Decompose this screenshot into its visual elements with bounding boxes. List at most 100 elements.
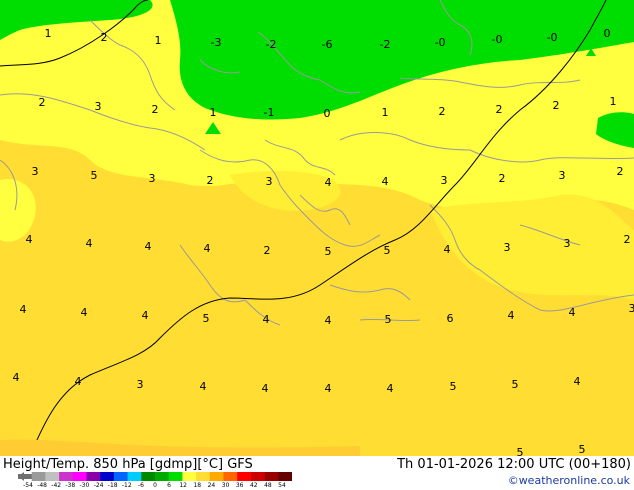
map-value-label: 3 [137,378,144,391]
map-value-label: 2 [499,172,506,185]
color-legend-swatch [223,472,238,481]
color-legend-swatch [100,472,115,481]
map-value-label: 3 [504,241,511,254]
map-value-label: 2 [553,99,560,112]
color-legend-swatch [168,472,183,481]
map-value-label: 0 [604,27,611,40]
map-value-label: 2 [264,244,271,257]
map-value-label: 1 [210,106,217,119]
map-value-label: 1 [155,34,162,47]
map-value-label: 3 [32,165,39,178]
map-value-label: 5 [384,244,391,257]
color-legend-swatch [250,472,265,481]
color-legend-tick: -30 [79,482,90,489]
map-value-label: 5 [325,245,332,258]
map-value-label: 1 [610,95,617,108]
color-legend-tick: 12 [179,482,188,489]
map-value-label: 4 [444,243,451,256]
map-value-label: 3 [564,237,571,250]
color-legend-tick: -24 [93,482,104,489]
map-value-label: 0 [324,107,331,120]
map-value-label: 3 [149,172,156,185]
map-value-label: 5 [579,443,586,456]
map-value-label: 3 [266,175,273,188]
color-legend-tick: -38 [65,482,76,489]
color-legend-tick: 0 [153,482,157,489]
color-legend-tick: 36 [235,482,244,489]
map-value-label: 4 [13,371,20,384]
valid-time: Th 01-01-2026 12:00 UTC (00+180) [397,457,631,472]
map-value-label: 1 [45,27,52,40]
color-legend-swatch [209,472,224,481]
color-legend-tick: -42 [51,482,62,489]
color-legend-tick: -12 [121,482,132,489]
map-value-label: -3 [211,36,222,49]
color-legend-swatch [264,472,279,481]
map-value-label: 4 [20,303,27,316]
map-value-label: 6 [447,312,454,325]
color-legend-tick: -6 [137,482,144,489]
map-value-label: 4 [204,242,211,255]
map-value-label: 4 [142,309,149,322]
map-value-label: 3 [629,302,634,315]
map-canvas: 1 2 1 -3 -2 -6 -2 -0 -0 -0 02 3 2 1 -1 0 1 2 2 2 13 5 3 2 3 4 4 3 2 3… [0,0,634,490]
map-value-label: 2 [439,105,446,118]
color-legend-tick: 48 [264,482,272,489]
map-value-label: 5 [203,312,210,325]
color-legend-swatch [127,472,142,481]
map-value-label: 4 [145,240,152,253]
color-legend-tick: 30 [221,482,230,489]
map-value-label: 2 [496,103,503,116]
map-value-label: 3 [559,169,566,182]
map-value-label: -0 [435,36,446,49]
map-value-label: 3 [441,174,448,187]
map-value-label: 4 [387,382,394,395]
color-legend-swatch [182,472,197,481]
color-legend-arrow-left [18,472,24,481]
color-legend-tick: -54 [23,482,33,489]
map-value-label: 2 [101,31,108,44]
map-value-label: 4 [569,306,576,319]
map-value-label: 2 [152,103,159,116]
color-legend-tick: -18 [107,482,118,489]
map-value-label: 4 [325,176,332,189]
map-value-label: -0 [547,31,558,44]
color-legend-swatch [59,472,74,481]
color-legend-tick: 18 [193,482,202,489]
color-legend-swatch [31,472,46,481]
map-value-label: 4 [262,382,269,395]
map-value-label: -1 [264,106,275,119]
color-legend-swatch [86,472,101,481]
color-legend-swatch [155,472,169,481]
color-legend-swatch [113,472,128,481]
color-legend-tick: -48 [37,482,47,489]
map-value-label: 2 [624,233,631,246]
map-value-label: 4 [508,309,515,322]
color-legend-tick: 24 [207,482,216,489]
map-value-label: 4 [263,313,270,326]
map-value-label: 2 [39,96,46,109]
map-value-label: 5 [91,169,98,182]
color-legend-swatch [196,472,211,481]
map-value-label: -2 [266,38,277,51]
color-legend-tick: 54 [278,482,286,489]
color-legend-ticks: -54 -48 -42 -38 -30 -24 -18 -12 -6 0 6 12 18 24 30 36 42… [18,481,292,490]
weather-map: 1 2 1 -3 -2 -6 -2 -0 -0 -0 0 2 3 2 1 -1 0 1 2 2 2 1 3 5 3 2 3 4 4 3 2 3… [0,0,634,490]
color-legend-tick: 6 [167,482,172,489]
map-value-label: -0 [492,33,503,46]
map-value-label: 1 [382,106,389,119]
color-legend-swatch [237,472,252,481]
footer-bar: Height/Temp. 850 hPa [gdmp][°C] GFS Th 0… [0,456,634,490]
map-value-label: 4 [325,314,332,327]
map-value-label: 4 [325,382,332,395]
map-value-label: 5 [512,378,519,391]
color-legend [18,472,292,481]
map-value-label: 4 [200,380,207,393]
map-value-label: 4 [382,175,389,188]
map-value-label: 4 [26,233,33,246]
map-value-label: -6 [322,38,333,51]
map-value-label: 3 [95,100,102,113]
credit-link[interactable]: ©weatheronline.co.uk [508,474,630,487]
color-legend-swatch [141,472,156,481]
map-value-label: 5 [450,380,457,393]
